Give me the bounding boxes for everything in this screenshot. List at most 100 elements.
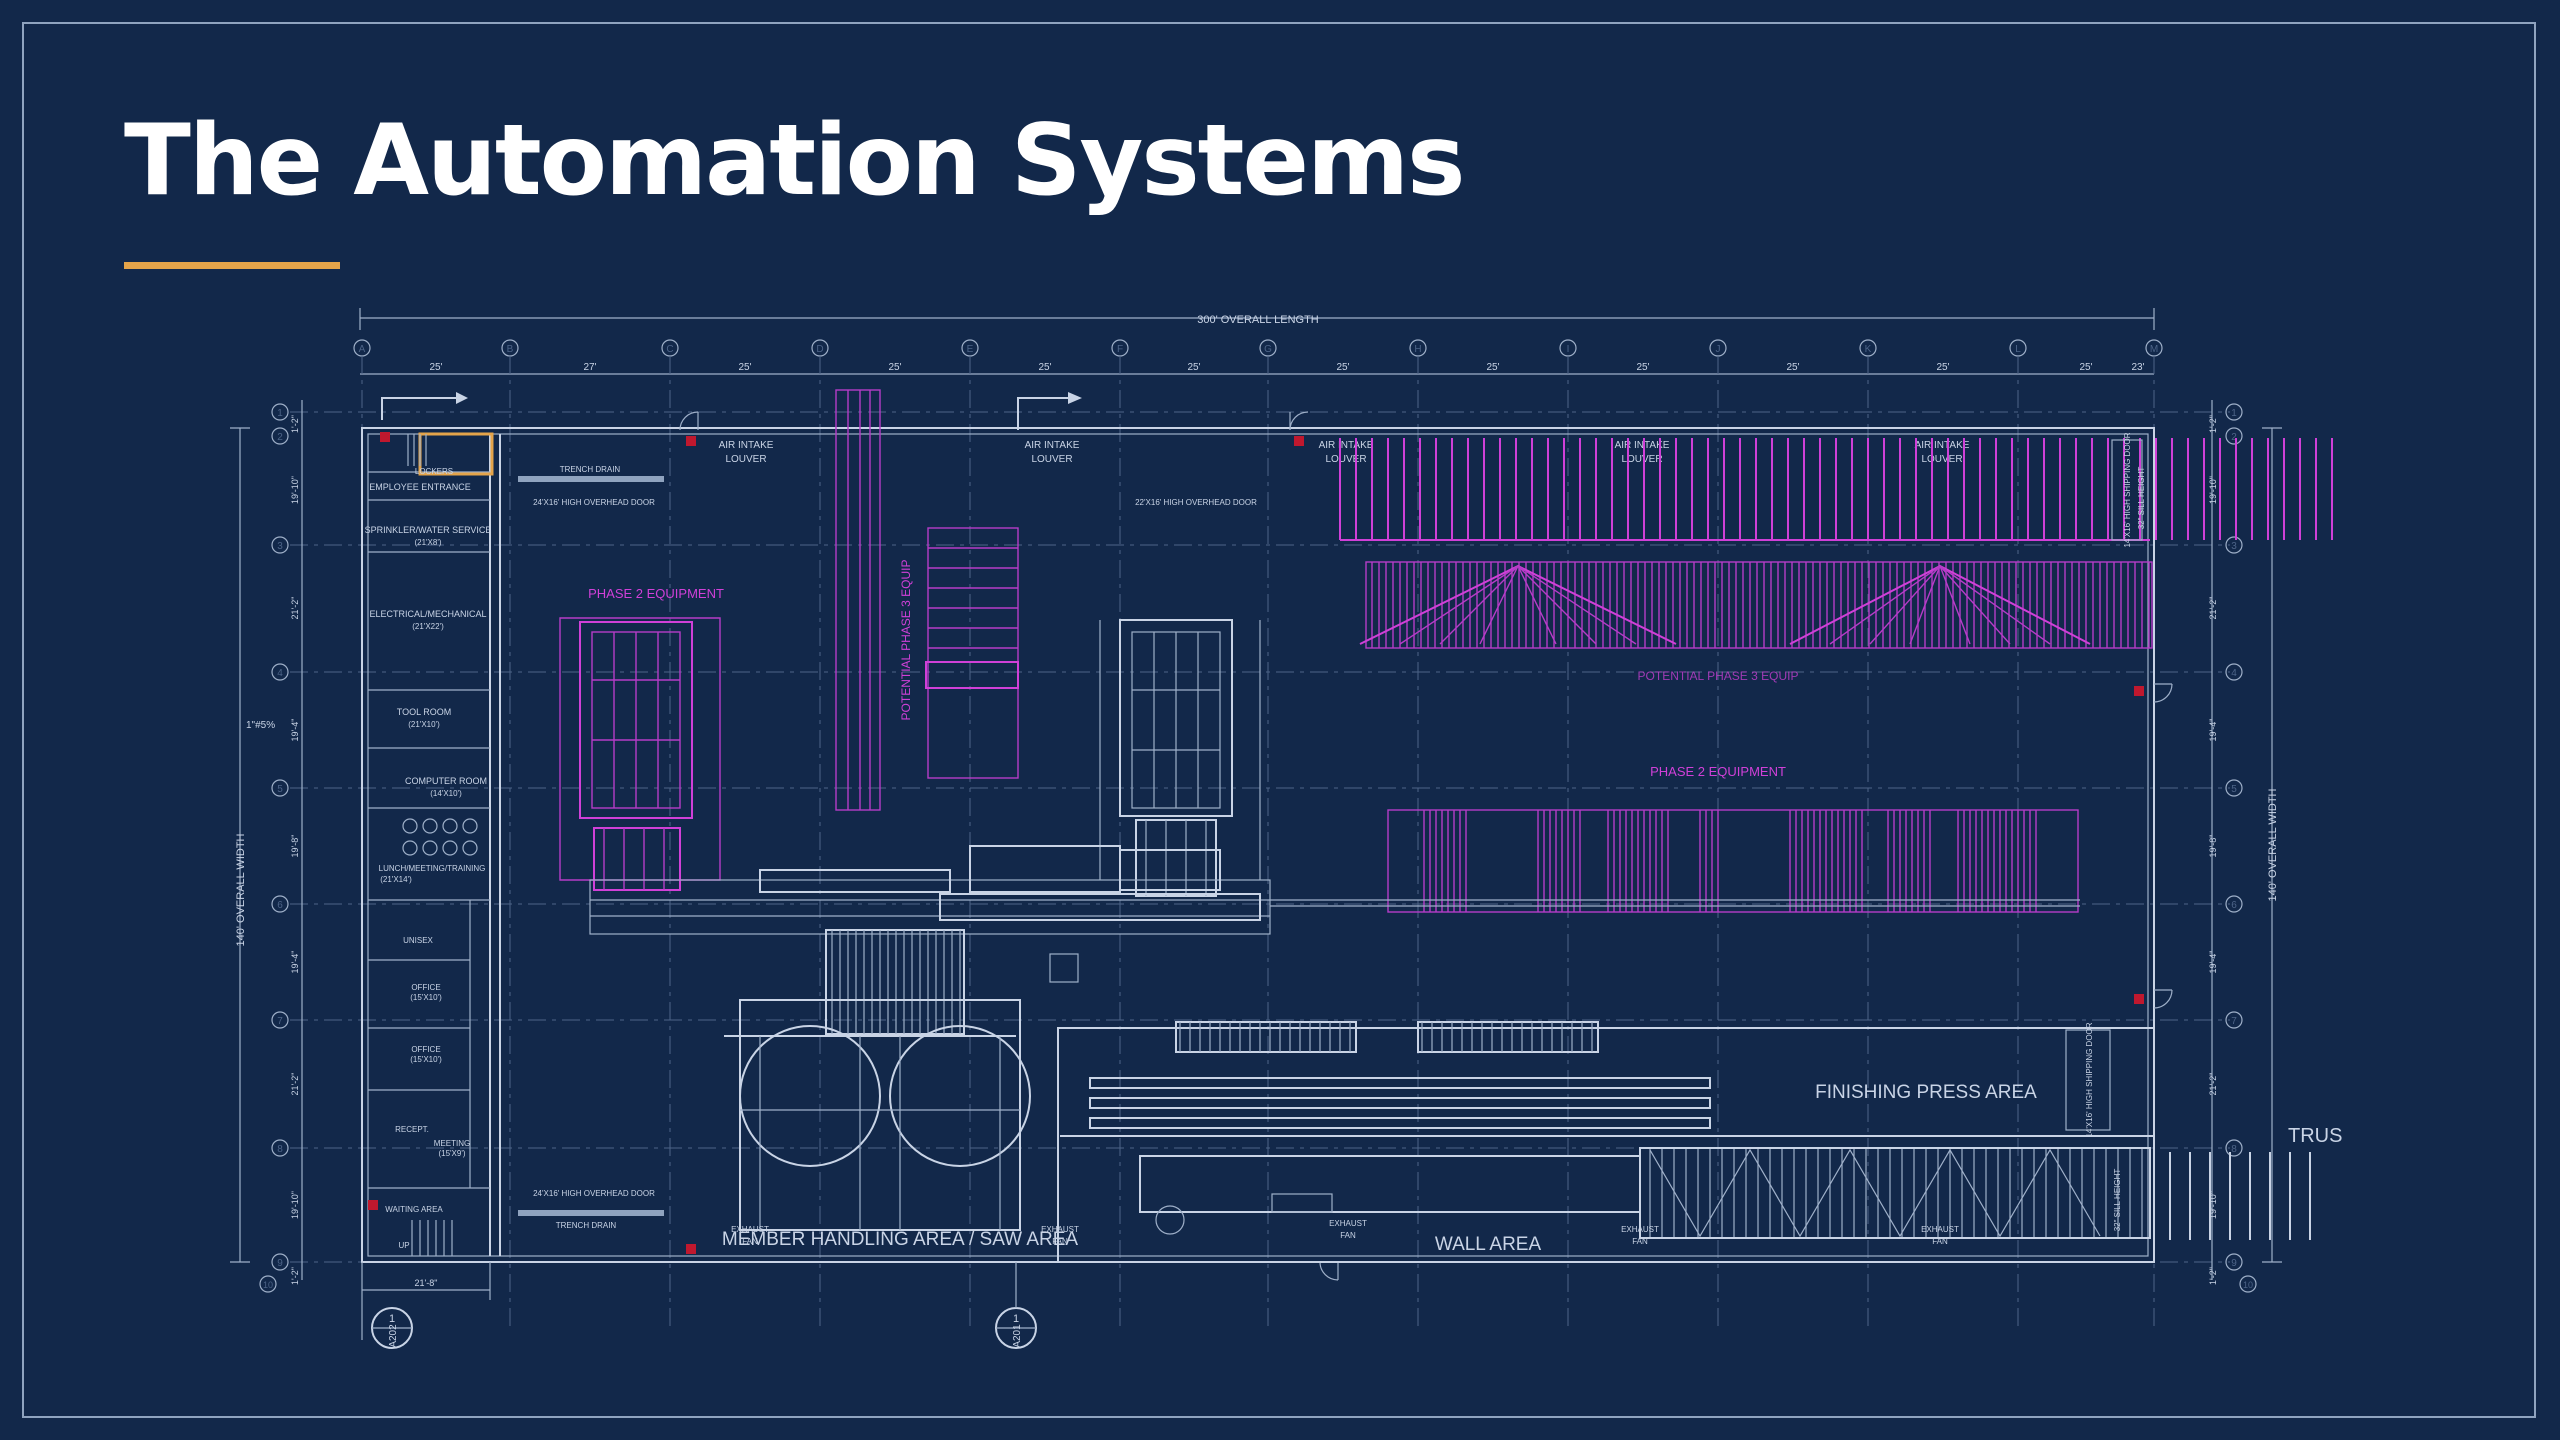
room-label: (21'X22') [412,622,444,631]
svg-text:21'-2": 21'-2" [290,597,300,620]
wall-area-label: WALL AREA [1435,1234,1542,1255]
svg-text:5: 5 [277,784,283,795]
svg-text:FAN: FAN [1052,1237,1068,1246]
svg-text:14'X16' HIGH SHIPPING DOOR: 14'X16' HIGH SHIPPING DOOR [2123,432,2132,547]
svg-text:H: H [1414,344,1421,355]
potential-phase-3-left: POTENTIAL PHASE 3 EQUIP [835,389,1019,811]
svg-text:140' OVERALL WIDTH: 140' OVERALL WIDTH [2267,788,2279,901]
svg-text:21'-2": 21'-2" [290,1073,300,1096]
room-label: (15'X10') [410,993,442,1002]
svg-text:6: 6 [2231,900,2237,911]
svg-text:3: 3 [2231,541,2237,552]
grid-column: A [353,339,371,357]
phase-2-equipment-left: PHASE 2 EQUIPMENT [559,586,724,891]
svg-text:A: A [359,344,366,355]
svg-text:22'X16' HIGH OVERHEAD DOOR: 22'X16' HIGH OVERHEAD DOOR [1135,498,1257,507]
svg-text:AIR INTAKE: AIR INTAKE [1615,440,1670,451]
svg-text:LOUVER: LOUVER [1921,454,1962,465]
svg-text:F: F [1117,344,1123,355]
finishing-press-label: FINISHING PRESS AREA [1815,1082,2037,1103]
svg-text:19'-8": 19'-8" [290,835,300,858]
svg-text:25': 25' [1936,362,1949,373]
room-label: RECEPT. [395,1125,429,1134]
svg-text:21'-8": 21'-8" [415,1278,438,1288]
svg-text:25': 25' [429,362,442,373]
room-label: UNISEX [403,936,433,945]
svg-text:C: C [666,344,673,355]
svg-text:21'-2": 21'-2" [2208,1073,2218,1096]
grid-column: G [1259,339,1277,357]
room-label: OFFICE [411,1045,440,1054]
grid-columns: A B C D E F G H I J K L M [353,339,2163,357]
svg-text:1: 1 [389,1313,395,1325]
room-label: MEETING [434,1139,470,1148]
svg-text:FAN: FAN [1932,1237,1948,1246]
room-label: EMPLOYEE ENTRANCE [369,482,471,492]
member-handling-label: MEMBER HANDLING AREA / SAW AREA [722,1229,1078,1250]
svg-text:25': 25' [1486,362,1499,373]
overall-width-dimension-right: 140' OVERALL WIDTH [2262,427,2282,1263]
svg-text:A202: A202 [388,1324,399,1348]
svg-text:10: 10 [263,1280,273,1290]
saw-equipment [724,929,1031,1231]
svg-text:19'-4": 19'-4" [2208,719,2218,742]
grid-column: H [1409,339,1427,357]
room-label: WAITING AREA [385,1205,443,1214]
svg-text:2: 2 [277,432,283,443]
overall-width-dimension-left: 140' OVERALL WIDTH 1"#5% [230,427,275,1263]
svg-text:25': 25' [738,362,751,373]
svg-text:K: K [1865,344,1872,355]
row-dimensions-left: 1'-2" 19'-10" 21'-2" 19'-4" 19'-8" 19'-4… [290,400,303,1285]
svg-text:8: 8 [277,1144,283,1155]
column-spacing-dimensions: 25' 27' 25' 25' 25' 25' 25' 25' 25' 25' … [360,362,2154,375]
svg-text:LOUVER: LOUVER [1031,454,1072,465]
svg-text:27': 27' [583,362,596,373]
svg-text:19'-4": 19'-4" [2208,951,2218,974]
svg-text:AIR INTAKE: AIR INTAKE [1025,440,1080,451]
office-block: LOCKERS EMPLOYEE ENTRANCE SPRINKLER/WATE… [365,392,1082,1256]
grid-column: J [1709,339,1727,357]
svg-text:19'-10": 19'-10" [2208,476,2218,504]
svg-text:9: 9 [2231,1258,2237,1269]
svg-text:19'-4": 19'-4" [290,951,300,974]
air-intakes: AIR INTAKE LOUVER AIR INTAKE LOUVER AIR … [686,436,2144,1254]
svg-text:140' OVERALL WIDTH: 140' OVERALL WIDTH [235,833,247,946]
wall-panel-equipment [1099,619,1261,897]
svg-text:I: I [1567,344,1570,355]
svg-text:25': 25' [888,362,901,373]
svg-text:EXHAUST: EXHAUST [731,1225,769,1234]
overall-length-dimension: 300' OVERALL LENGTH [359,308,2155,330]
floor-plan: .ln { stroke:#c9d4e6; fill:none; stroke-… [230,308,2342,1349]
svg-text:32" SILL HEIGHT: 32" SILL HEIGHT [2113,1169,2122,1232]
outdoor-truss-racks: TRUS [2169,1125,2342,1240]
svg-text:AIR INTAKE: AIR INTAKE [719,440,774,451]
room-label: TOOL ROOM [397,707,452,717]
svg-text:32" SILL HEIGHT: 32" SILL HEIGHT [2137,467,2146,530]
svg-text:POTENTIAL PHASE 3 EQUIP: POTENTIAL PHASE 3 EQUIP [899,560,913,721]
svg-text:4: 4 [2231,668,2237,679]
svg-text:LOUVER: LOUVER [725,454,766,465]
svg-text:TRENCH DRAIN: TRENCH DRAIN [556,1221,617,1230]
svg-text:TRENCH DRAIN: TRENCH DRAIN [560,465,621,474]
svg-text:24'X16' HIGH OVERHEAD DOOR: 24'X16' HIGH OVERHEAD DOOR [533,1189,655,1198]
svg-text:J: J [1716,344,1721,355]
svg-text:FAN: FAN [1632,1237,1648,1246]
svg-text:PHASE 2 EQUIPMENT: PHASE 2 EQUIPMENT [1650,764,1786,779]
svg-text:AIR INTAKE: AIR INTAKE [1319,440,1374,451]
svg-text:EXHAUST: EXHAUST [1921,1225,1959,1234]
svg-text:POTENTIAL PHASE 3 EQUIP: POTENTIAL PHASE 3 EQUIP [1638,669,1799,683]
svg-text:19'-4": 19'-4" [290,719,300,742]
svg-text:EXHAUST: EXHAUST [1329,1219,1367,1228]
svg-text:14'X16' HIGH SHIPPING DOOR: 14'X16' HIGH SHIPPING DOOR [2085,1022,2094,1137]
room-label: OFFICE [411,983,440,992]
svg-text:5: 5 [2231,784,2237,795]
svg-text:A201: A201 [1012,1324,1023,1348]
room-label: (15'X9') [438,1149,465,1158]
svg-text:19'-10": 19'-10" [290,476,300,504]
svg-text:EXHAUST: EXHAUST [1621,1225,1659,1234]
svg-text:25': 25' [1336,362,1349,373]
svg-text:1: 1 [277,408,283,419]
scale-note: 1"#5% [246,720,275,731]
svg-text:23': 23' [2131,362,2144,373]
phase-2-equipment-right: PHASE 2 EQUIPMENT [1387,764,2079,913]
